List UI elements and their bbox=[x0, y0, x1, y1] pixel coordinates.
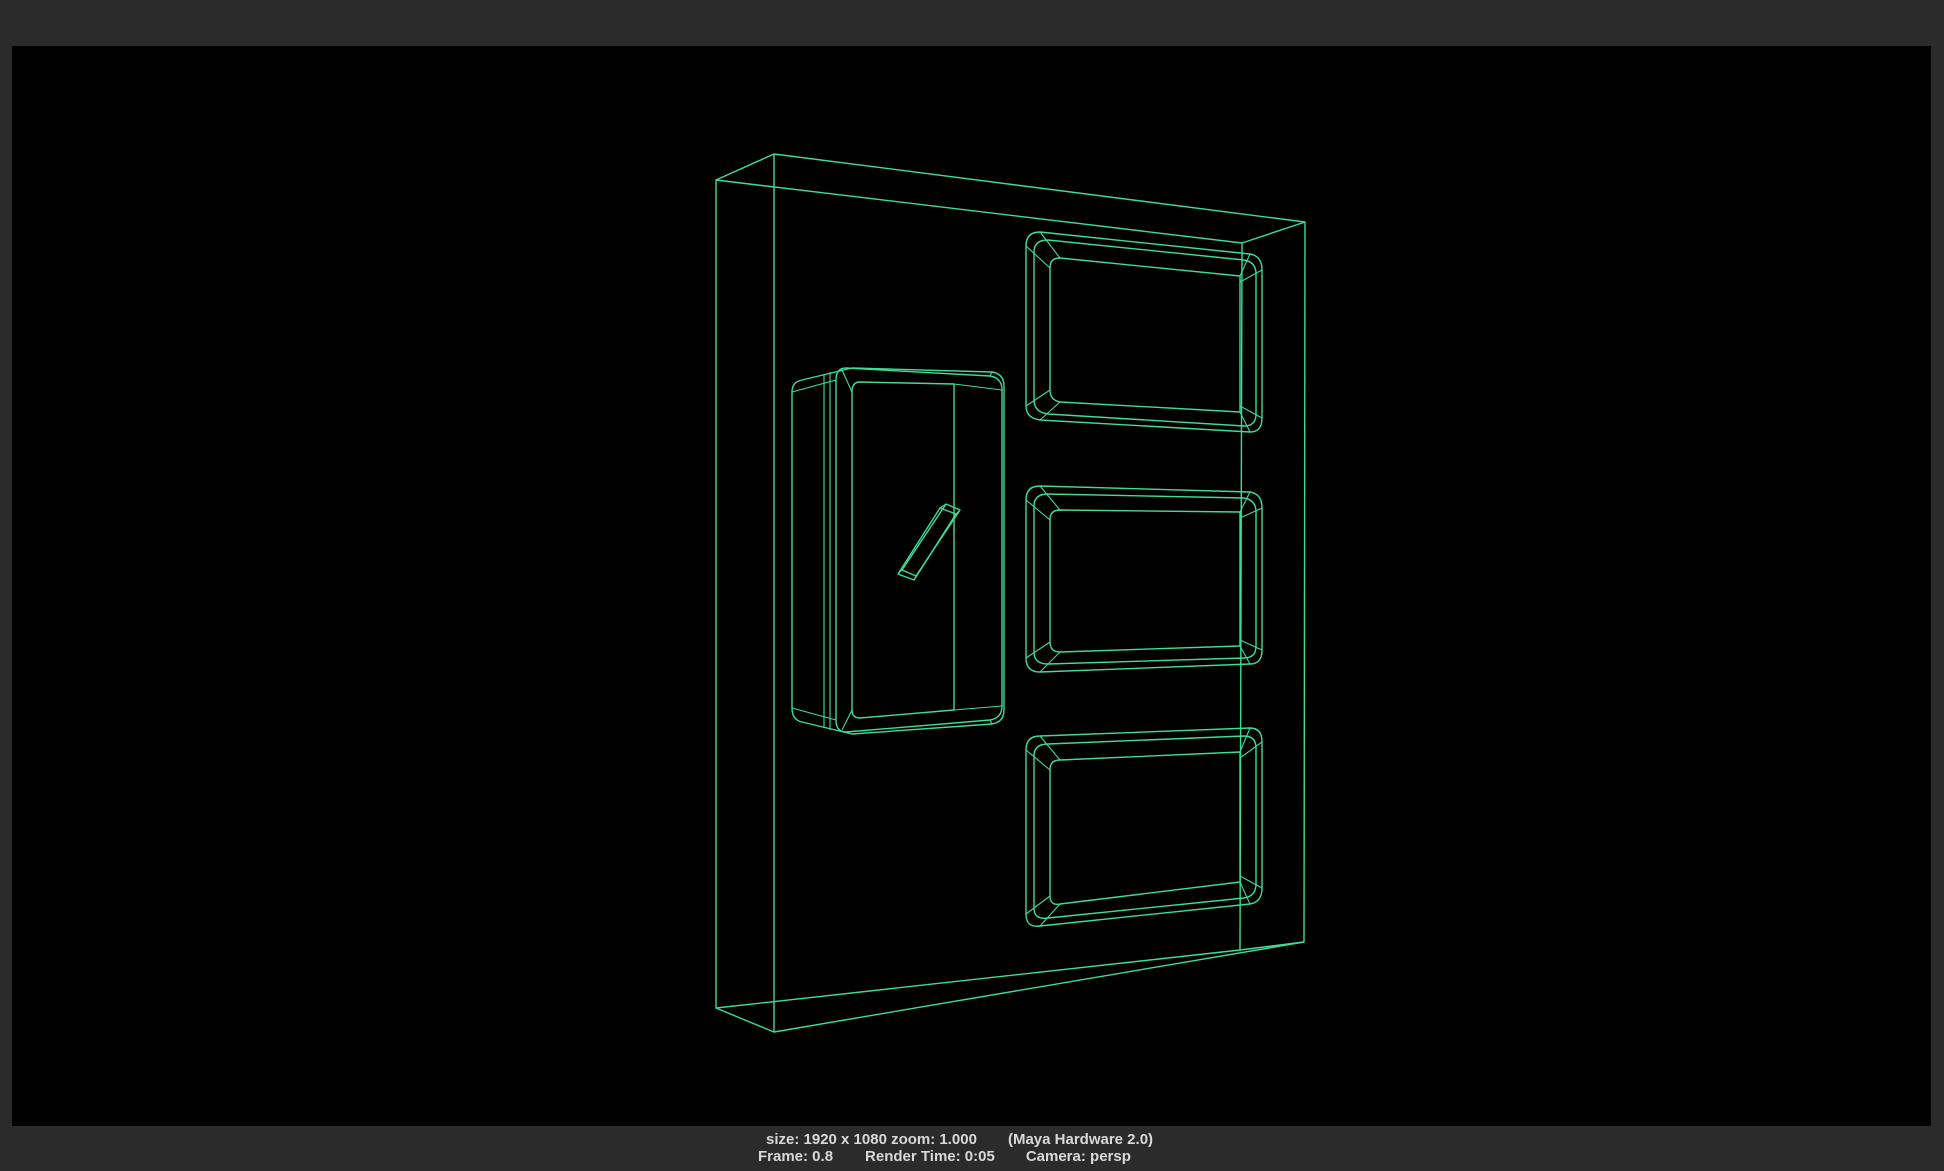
renderer-text: (Maya Hardware 2.0) bbox=[1007, 1131, 1154, 1148]
door-wireframe bbox=[791, 367, 1005, 735]
drawer-upper-wireframe bbox=[1025, 231, 1263, 433]
status-line-size: size: 1920 x 1080 zoom: 1.000 (Maya Hardw… bbox=[766, 1131, 1153, 1148]
render-status-bar: size: 1920 x 1080 zoom: 1.000 (Maya Hardw… bbox=[0, 1129, 1944, 1171]
drawer-lower-wireframe bbox=[1025, 727, 1263, 927]
drawer-middle-wireframe bbox=[1025, 485, 1263, 673]
render-viewport[interactable] bbox=[12, 46, 1931, 1126]
camera-text: Camera: persp bbox=[1025, 1148, 1131, 1165]
status-line-frame: Frame: 0.8 Render Time: 0:05 Camera: persp bbox=[758, 1148, 1131, 1165]
size-zoom-text: size: 1920 x 1080 zoom: 1.000 bbox=[766, 1131, 977, 1148]
render-view-window: size: 1920 x 1080 zoom: 1.000 (Maya Hardw… bbox=[0, 0, 1944, 1171]
frame-text: Frame: 0.8 bbox=[758, 1148, 834, 1165]
render-time-text: Render Time: 0:05 bbox=[865, 1148, 995, 1165]
wireframe-render-image bbox=[715, 153, 1306, 1033]
